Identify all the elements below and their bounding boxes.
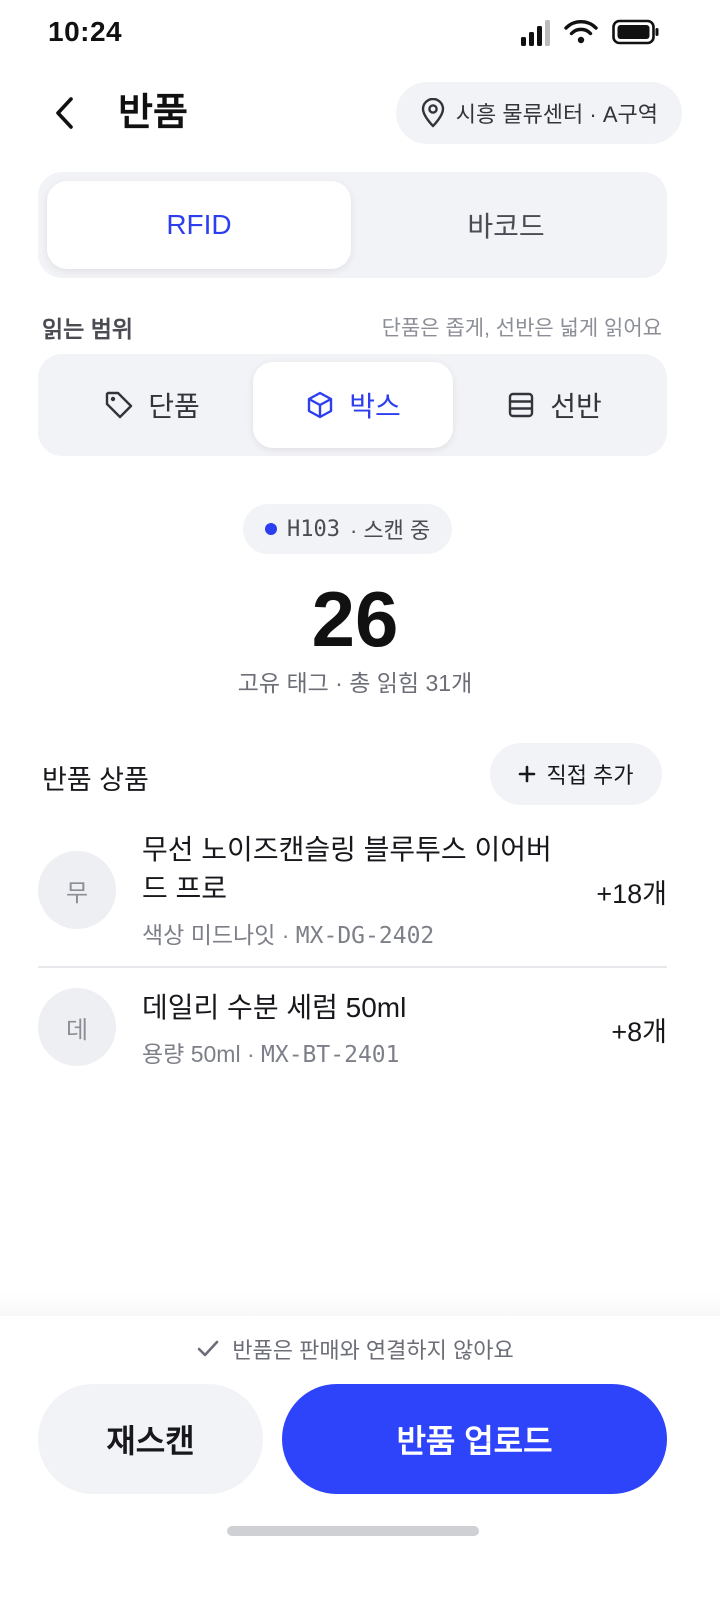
location-label: 시흥 물류센터 · A구역 [455, 102, 658, 127]
tab-barcode[interactable]: 바코드 [354, 181, 658, 269]
plus-icon [519, 765, 536, 783]
item-quantity: +18개 [596, 879, 667, 909]
read-range-label: 읽는 범위 [42, 316, 134, 342]
upload-returns-button[interactable]: 반품 업로드 [282, 1384, 667, 1494]
item-meta: 색상 미드나잇 · MX-DG-2402 [142, 916, 434, 950]
range-option-box[interactable]: 박스 [253, 362, 453, 448]
rescan-button[interactable]: 재스캔 [38, 1384, 263, 1494]
read-range-selector: 단품 박스 선반 [38, 354, 667, 456]
wifi-icon [564, 20, 598, 44]
tag-icon [106, 391, 133, 419]
list-item[interactable]: 데 데일리 수분 세럼 50ml 용량 50ml · MX-BT-2401 +8… [38, 988, 667, 1068]
return-items-title: 반품 상품 [42, 765, 149, 795]
scan-summary: 고유 태그 · 총 읽힘 31개 [237, 670, 473, 696]
back-button[interactable] [40, 88, 90, 138]
cellular-signal-icon [521, 18, 550, 46]
manual-add-label: 직접 추가 [546, 763, 634, 788]
scan-mode-selector: RFID 바코드 [38, 172, 667, 278]
item-avatar: 데 [38, 988, 116, 1066]
item-meta-text: 색상 미드나잇 · [142, 922, 296, 948]
status-time: 10:24 [48, 16, 123, 47]
item-name: 데일리 수분 세럼 50ml [142, 992, 407, 1023]
manual-add-button[interactable]: 직접 추가 [490, 743, 662, 805]
page-title: 반품 [118, 92, 188, 134]
divider [38, 966, 667, 968]
range-option-shelf[interactable]: 선반 [454, 362, 654, 448]
item-quantity: +8개 [611, 1017, 667, 1047]
location-selector[interactable]: 시흥 물류센터 · A구역 [395, 82, 682, 144]
tab-rfid[interactable]: RFID [47, 181, 351, 269]
item-meta: 용량 50ml · MX-BT-2401 [142, 1035, 400, 1069]
range-option-label: 박스 [349, 391, 401, 422]
unique-tag-count: 26 [311, 575, 399, 663]
return-notice-text: 반품은 판매와 연결하지 않아요 [232, 1338, 514, 1363]
item-sku: MX-DG-2402 [295, 923, 435, 949]
return-notice: 반품은 판매와 연결하지 않아요 [0, 1333, 710, 1365]
range-option-label: 선반 [550, 391, 602, 422]
scan-status-text: · 스캔 중 [349, 518, 431, 543]
range-option-label: 단품 [148, 391, 200, 422]
box-icon [308, 391, 333, 419]
scan-status-badge: H103 · 스캔 중 [243, 504, 453, 554]
scanning-dot-icon [265, 523, 277, 535]
home-indicator [227, 1526, 479, 1536]
chevron-left-icon [56, 97, 73, 129]
battery-icon [612, 19, 659, 45]
range-option-item[interactable]: 단품 [52, 362, 252, 448]
read-range-hint: 단품은 좁게, 선반은 넓게 읽어요 [381, 317, 662, 340]
item-meta-text: 용량 50ml · [142, 1041, 262, 1067]
reader-id: H103 [287, 516, 340, 542]
item-name: 무선 노이즈캔슬링 블루투스 이어버드 프로 [142, 834, 552, 904]
check-icon [197, 1340, 219, 1357]
list-item[interactable]: 무 무선 노이즈캔슬링 블루투스 이어버드 프로 색상 미드나잇 · MX-DG… [38, 830, 667, 950]
status-bar: 10:24 [0, 0, 720, 64]
item-sku: MX-BT-2401 [261, 1042, 400, 1068]
shelf-icon [509, 392, 534, 418]
item-avatar: 무 [38, 851, 116, 929]
status-icons [521, 18, 660, 46]
location-pin-icon [421, 98, 444, 128]
